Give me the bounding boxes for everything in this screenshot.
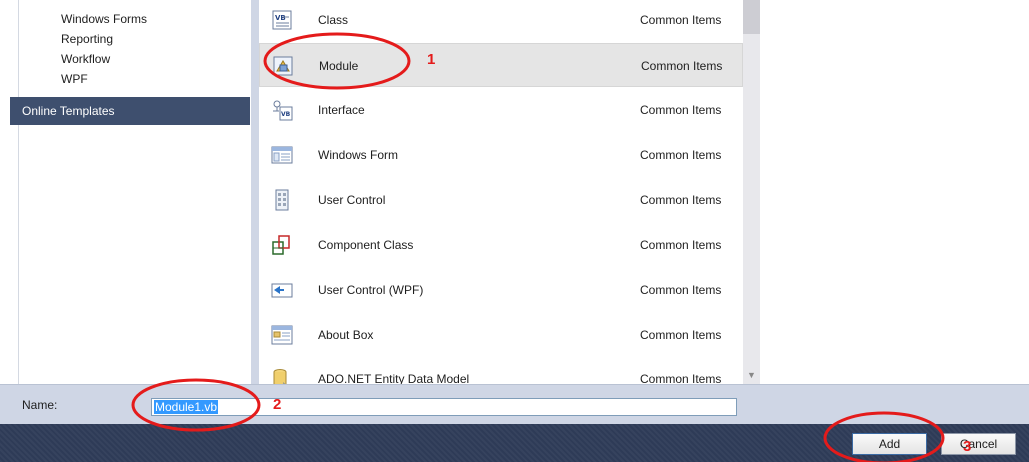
template-name: Module <box>319 59 359 73</box>
template-name: User Control <box>318 193 386 207</box>
template-category: Common Items <box>640 148 722 162</box>
windows-form-icon <box>271 146 293 164</box>
template-name: Component Class <box>318 238 414 252</box>
template-category: Common Items <box>640 372 722 384</box>
template-name: About Box <box>318 328 374 342</box>
name-input-value: Module1.vb <box>154 400 219 414</box>
template-row-windows-form[interactable]: Windows Form Common Items <box>259 133 743 177</box>
name-input[interactable]: Module1.vb <box>151 398 737 416</box>
about-box-icon <box>271 325 293 345</box>
template-row-ado-net-entity-data-model[interactable]: ADO.NET Entity Data Model Common Items <box>259 357 743 384</box>
template-category: Common Items <box>640 193 722 207</box>
template-row-component-class[interactable]: Component Class Common Items <box>259 223 743 267</box>
template-categories-pane <box>0 0 251 384</box>
template-category: Common Items <box>640 328 722 342</box>
name-label: Name: <box>22 398 58 412</box>
template-name: Windows Form <box>318 148 399 162</box>
scroll-down-arrow-icon[interactable]: ▼ <box>743 367 760 384</box>
template-category: Common Items <box>640 238 722 252</box>
name-row: Name: Module1.vb <box>0 384 1029 424</box>
template-row-user-control[interactable]: User Control Common Items <box>259 178 743 222</box>
template-name: ADO.NET Entity Data Model <box>318 372 470 384</box>
template-row-user-control-wpf[interactable]: User Control (WPF) Common Items <box>259 268 743 312</box>
add-button[interactable]: Add <box>852 433 927 455</box>
online-templates-item[interactable]: Online Templates <box>10 97 250 125</box>
template-list: VB Class Common Items Module Common Item… <box>259 0 743 384</box>
annotation-number-3: 3 <box>963 438 972 455</box>
annotation-number-2: 2 <box>273 396 282 413</box>
dialog-button-bar: Add Cancel <box>0 424 1029 462</box>
tree-item-windows-forms[interactable]: Windows Forms <box>61 11 147 27</box>
template-name: Class <box>318 13 349 27</box>
cancel-button[interactable]: Cancel <box>941 433 1016 455</box>
vb-class-icon: VB <box>272 10 292 30</box>
wpf-user-control-icon <box>271 283 293 298</box>
scrollbar-thumb[interactable] <box>743 0 760 34</box>
template-row-about-box[interactable]: About Box Common Items <box>259 313 743 357</box>
vb-interface-icon: VB <box>273 100 293 121</box>
entity-data-model-icon <box>273 369 287 384</box>
template-row-interface[interactable]: VB Interface Common Items <box>259 88 743 132</box>
annotation-number-1: 1 <box>427 51 436 68</box>
template-category: Common Items <box>640 103 722 117</box>
vb-module-icon <box>273 56 293 76</box>
pane-splitter[interactable] <box>251 0 259 384</box>
tree-item-workflow[interactable]: Workflow <box>61 51 110 67</box>
add-new-item-dialog: Windows Forms Reporting Workflow WPF Onl… <box>0 0 1029 462</box>
template-category: Common Items <box>640 13 722 27</box>
template-name: Interface <box>318 103 365 117</box>
template-list-scrollbar[interactable]: ▼ <box>743 0 760 384</box>
template-category: Common Items <box>640 283 722 297</box>
tree-item-wpf[interactable]: WPF <box>61 71 88 87</box>
svg-text:VB: VB <box>275 14 286 22</box>
svg-text:VB: VB <box>281 111 291 118</box>
template-name: User Control (WPF) <box>318 283 424 297</box>
tree-item-reporting[interactable]: Reporting <box>61 31 113 47</box>
template-details-pane <box>760 0 1029 384</box>
user-control-icon <box>275 189 289 211</box>
template-row-class[interactable]: VB Class Common Items <box>259 0 743 42</box>
template-category: Common Items <box>641 59 723 73</box>
component-class-icon <box>272 235 290 255</box>
template-row-module[interactable]: Module Common Items <box>259 43 743 87</box>
